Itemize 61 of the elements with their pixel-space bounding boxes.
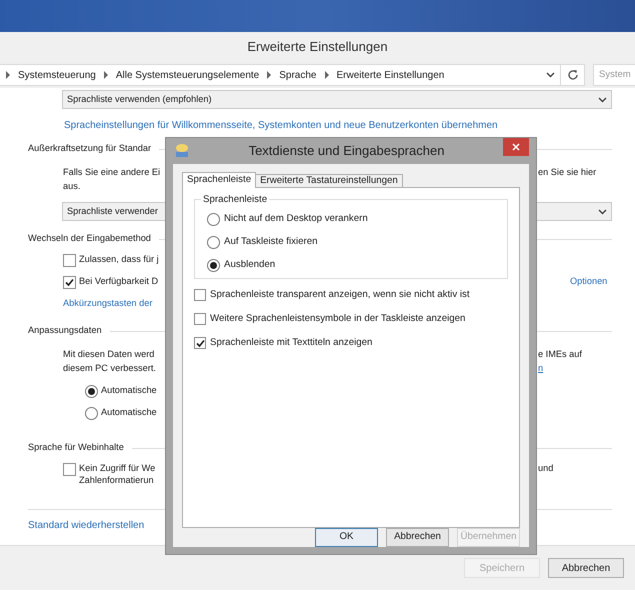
description-text: diesem PC verbessert.	[63, 362, 156, 376]
breadcrumb-item[interactable]: Erweiterte Einstellungen	[334, 68, 446, 82]
window-title: Erweiterte Einstellungen	[247, 38, 388, 56]
description-text: en Sie sie hier	[538, 166, 596, 180]
breadcrumb-item[interactable]: Sprache	[277, 68, 318, 82]
link[interactable]: n	[538, 362, 544, 376]
link[interactable]: Optionen	[570, 275, 608, 289]
section-heading: Wechseln der Eingabemethod	[28, 232, 151, 246]
checkbox[interactable]	[63, 276, 76, 288]
breadcrumb-item[interactable]: Systemsteuerung	[16, 68, 98, 82]
description-text: Falls Sie eine andere Ei	[63, 166, 160, 180]
checkbox[interactable]	[194, 313, 206, 325]
tab[interactable]: Sprachenleiste	[182, 172, 256, 188]
chevron-down-icon	[598, 96, 607, 102]
checkmark-icon	[196, 338, 204, 348]
checkbox-label: Weitere Sprachenleistensymbole in der Taskleiste anzeigen	[210, 312, 466, 326]
description-text: und	[538, 462, 554, 476]
link[interactable]: Standard wiederherstellen	[28, 518, 144, 532]
radio-button[interactable]	[207, 236, 220, 249]
description-text: e IMEs auf	[538, 348, 582, 362]
checkbox-label: Sprachenleiste transparent anzeigen, wenn sie nicht aktiv ist	[210, 288, 470, 302]
dropdown[interactable]: Sprachliste verwenden (empfohlen)	[62, 90, 612, 109]
section-heading: Sprache für Webinhalte	[28, 441, 124, 454]
checkbox[interactable]	[63, 254, 76, 266]
dialog-button[interactable]: Abbrechen	[386, 528, 449, 547]
chevron-down-icon	[546, 72, 555, 78]
checkbox[interactable]	[63, 462, 76, 476]
link[interactable]: Spracheinstellungen für Willkommensseite, Systemkonten und neue Benutzerkonten übernehmen	[64, 118, 498, 132]
checkbox[interactable]	[194, 289, 206, 301]
section-heading: Anpassungsdaten	[28, 324, 102, 338]
radio-button[interactable]	[207, 213, 220, 226]
radio-label: Automatische	[101, 406, 157, 420]
dialog-button[interactable]: OK	[315, 528, 378, 547]
breadcrumb-item[interactable]: Alle Systemsteuerungselemente	[114, 68, 262, 82]
dialog-title: Textdienste und Eingabesprachen	[248, 142, 444, 160]
checkbox-label: Sprachenleiste mit Texttiteln anzeigen	[210, 336, 372, 350]
close-icon	[512, 143, 520, 151]
checkbox[interactable]	[194, 337, 206, 349]
checkbox-label: Zulassen, dass für j	[79, 253, 159, 266]
checkmark-icon	[65, 278, 74, 286]
address-bar[interactable]: Systemsteuerung Alle Systemsteuerungselemente Sprache Erweiterte Einstellungen	[0, 64, 585, 86]
radio-label: Nicht auf dem Desktop verankern	[224, 212, 368, 226]
checkbox-label: Zahlenformatierun	[79, 474, 154, 488]
radio-label: Automatische	[101, 384, 157, 398]
refresh-icon	[566, 69, 578, 81]
section-heading: Außerkraftsetzung für Standar	[28, 142, 152, 156]
description-text: Mit diesen Daten werd	[63, 348, 154, 362]
breadcrumb-arrow-icon	[3, 71, 13, 79]
radio-label: Auf Taskleiste fixieren	[224, 235, 318, 250]
chevron-down-icon	[598, 208, 607, 214]
link[interactable]: Abkürzungstasten der	[63, 297, 152, 311]
radio-button[interactable]	[85, 406, 98, 420]
radio-label: Ausblenden	[224, 258, 276, 272]
radio-button[interactable]	[207, 259, 220, 272]
tab[interactable]: Erweiterte Tastatureinstellungen	[255, 174, 403, 188]
checkbox-label: Kein Zugriff für We	[79, 462, 156, 476]
close-button[interactable]	[503, 138, 529, 156]
description-text: aus.	[63, 180, 80, 194]
footer-button[interactable]: Abbrechen	[548, 558, 624, 578]
radio-button[interactable]	[85, 384, 98, 398]
checkbox-label: Bei Verfügbarkeit D	[79, 275, 158, 288]
